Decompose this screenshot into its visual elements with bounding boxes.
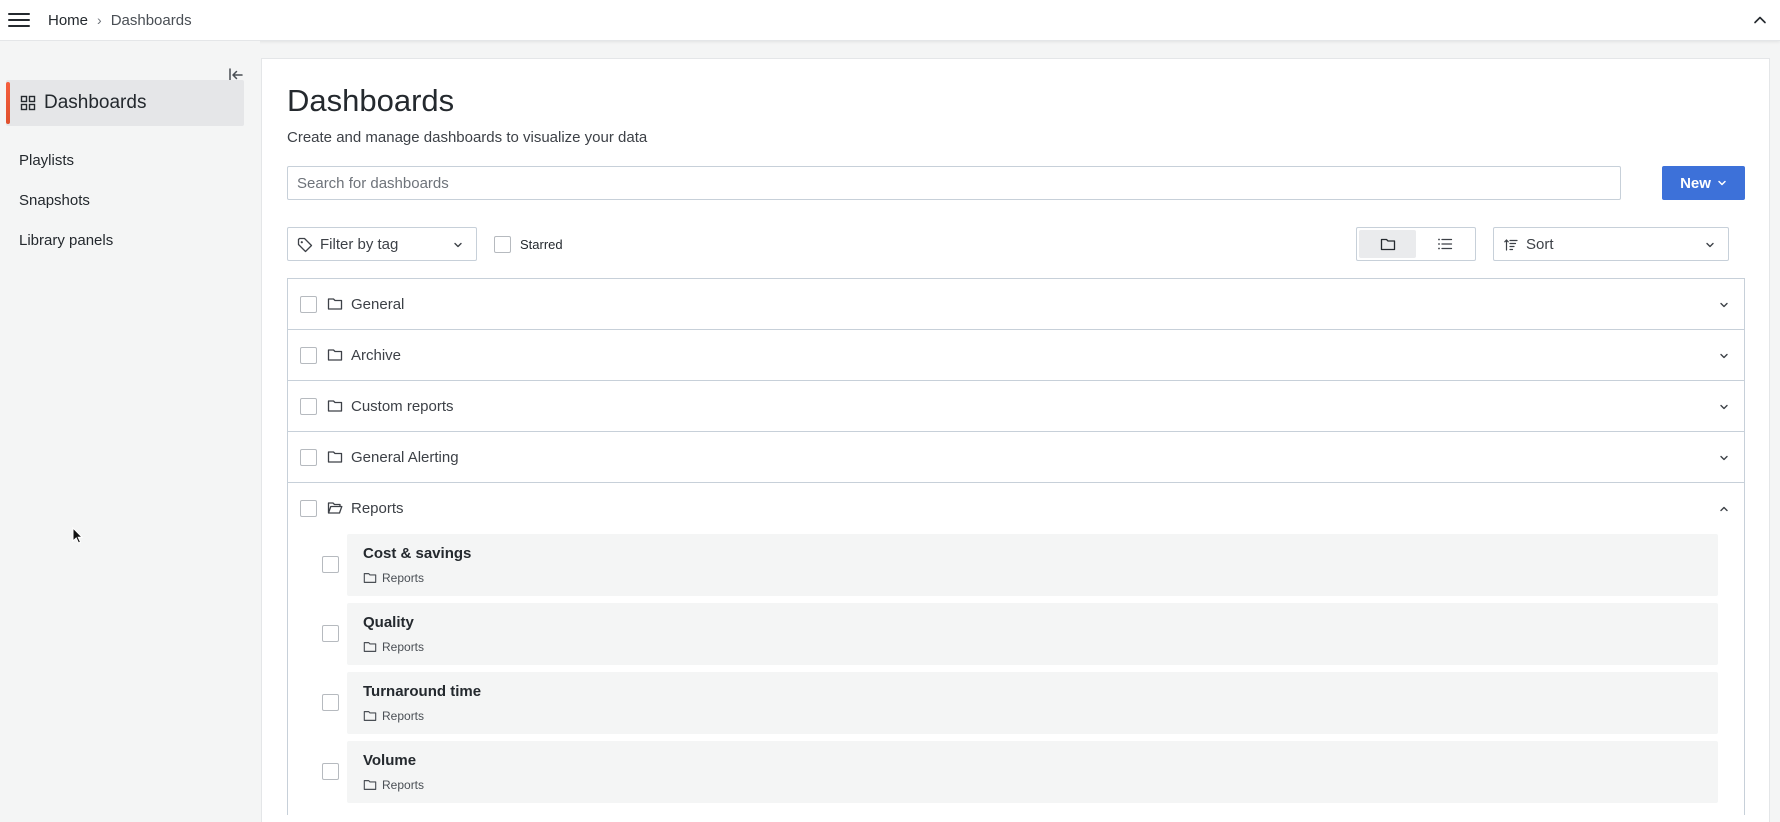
- folder-checkbox[interactable]: [300, 296, 317, 313]
- folder-icon: [363, 642, 377, 652]
- chevron-down-icon: [1704, 239, 1716, 251]
- dashboard-row: Turnaround time Reports: [288, 672, 1744, 741]
- search-input[interactable]: [287, 166, 1621, 200]
- folder-name: Reports: [351, 500, 404, 517]
- folder-icon: [327, 398, 343, 414]
- folder-row-general-alerting[interactable]: General Alerting: [288, 432, 1744, 483]
- sidebar: Dashboards Playlists Snapshots Library p…: [0, 41, 260, 822]
- dashboard-folder: Reports: [363, 571, 424, 585]
- folder-icon: [363, 573, 377, 583]
- view-toggle: [1356, 227, 1476, 261]
- dashboard-folder-name: Reports: [382, 709, 425, 723]
- folder-name: General: [351, 295, 405, 313]
- dashboard-checkbox[interactable]: [322, 694, 339, 711]
- sidebar-item-snapshots[interactable]: Snapshots: [19, 192, 90, 209]
- dashboard-title: Volume: [363, 752, 417, 769]
- dashboard-row: Cost & savings Reports: [288, 534, 1744, 603]
- dashboard-folder: Reports: [363, 640, 424, 654]
- dashboard-row: Volume Reports: [288, 741, 1744, 810]
- page-title: Dashboards: [287, 83, 455, 118]
- page-subtitle: Create and manage dashboards to visualiz…: [287, 129, 648, 146]
- starred-label: Starred: [520, 237, 563, 252]
- folder-name: Archive: [351, 346, 402, 364]
- mouse-cursor-icon: [72, 527, 84, 545]
- dashboard-card-quality[interactable]: Quality Reports: [347, 603, 1718, 665]
- dashboard-folder-name: Reports: [382, 571, 425, 585]
- new-button[interactable]: New: [1662, 166, 1745, 200]
- folder-icon: [327, 449, 343, 465]
- chevron-down-icon: [1718, 453, 1730, 463]
- list-view-button[interactable]: [1416, 230, 1473, 258]
- filter-by-tag-label: Filter by tag: [320, 235, 399, 253]
- folder-list: General Archive Custom reports General A…: [287, 278, 1745, 815]
- folder-view-button[interactable]: [1359, 230, 1416, 258]
- chevron-down-icon: [452, 239, 464, 251]
- tag-icon: [297, 237, 313, 253]
- folder-row-archive[interactable]: Archive: [288, 330, 1744, 381]
- dashboard-card-turnaround-time[interactable]: Turnaround time Reports: [347, 672, 1718, 734]
- sort-select[interactable]: Sort: [1493, 227, 1729, 261]
- folder-checkbox[interactable]: [300, 347, 317, 364]
- chevron-down-icon: [1718, 351, 1730, 361]
- dashboard-row: Quality Reports: [288, 603, 1744, 672]
- reports-dashboards: Cost & savings Reports Quality Reports T…: [288, 534, 1744, 810]
- folder-open-icon: [327, 500, 343, 516]
- dashboard-checkbox[interactable]: [322, 625, 339, 642]
- chevron-up-icon: [1718, 504, 1730, 514]
- sidebar-item-library-panels[interactable]: Library panels: [19, 232, 113, 249]
- folder-icon: [1380, 238, 1395, 251]
- sidebar-item-playlists[interactable]: Playlists: [19, 152, 74, 169]
- dashboard-title: Quality: [363, 614, 414, 631]
- dashboard-folder-name: Reports: [382, 778, 425, 792]
- chevron-up-icon[interactable]: [1752, 12, 1768, 28]
- dashboard-title: Turnaround time: [363, 683, 482, 700]
- breadcrumb-current: Dashboards: [110, 11, 192, 29]
- active-indicator: [6, 82, 10, 124]
- dashboard-folder-name: Reports: [382, 640, 425, 654]
- chevron-down-icon: [1718, 180, 1726, 186]
- dashboard-card-volume[interactable]: Volume Reports: [347, 741, 1718, 803]
- starred-filter: Starred: [494, 236, 563, 253]
- breadcrumb-separator: ›: [97, 12, 102, 28]
- dashboard-card-cost-savings[interactable]: Cost & savings Reports: [347, 534, 1718, 596]
- folder-checkbox[interactable]: [300, 398, 317, 415]
- sidebar-item-label: Dashboards: [44, 92, 147, 113]
- folder-icon: [327, 296, 343, 312]
- sort-amount-icon: [1504, 238, 1518, 252]
- sidebar-item-dashboards[interactable]: Dashboards: [6, 80, 244, 126]
- chevron-down-icon: [1718, 402, 1730, 412]
- chevron-down-icon: [1718, 300, 1730, 310]
- dashboard-checkbox[interactable]: [322, 556, 339, 573]
- sort-label: Sort: [1526, 235, 1554, 253]
- apps-grid-icon: [20, 95, 36, 111]
- folder-checkbox[interactable]: [300, 449, 317, 466]
- folder-name: General Alerting: [351, 448, 459, 466]
- breadcrumb-home[interactable]: Home: [48, 12, 88, 29]
- dashboard-title: Cost & savings: [363, 545, 472, 562]
- folder-icon: [363, 780, 377, 790]
- starred-checkbox[interactable]: [494, 236, 511, 253]
- filter-by-tag-select[interactable]: Filter by tag: [287, 227, 477, 261]
- dashboard-checkbox[interactable]: [322, 763, 339, 780]
- folder-checkbox[interactable]: [300, 500, 317, 517]
- folder-icon: [327, 347, 343, 363]
- top-bar: Home › Dashboards: [0, 0, 1780, 41]
- folder-name: Custom reports: [351, 397, 454, 415]
- folder-row-general[interactable]: General: [288, 279, 1744, 330]
- folder-row-reports[interactable]: Reports: [288, 483, 1744, 534]
- breadcrumb: Home › Dashboards: [48, 0, 192, 40]
- menu-icon[interactable]: [8, 10, 30, 30]
- folder-icon: [363, 711, 377, 721]
- dashboard-folder: Reports: [363, 709, 424, 723]
- new-button-label: New: [1680, 174, 1711, 192]
- dashboard-folder: Reports: [363, 778, 424, 792]
- list-icon: [1437, 238, 1452, 250]
- folder-row-custom-reports[interactable]: Custom reports: [288, 381, 1744, 432]
- main-panel: Dashboards Create and manage dashboards …: [261, 58, 1770, 822]
